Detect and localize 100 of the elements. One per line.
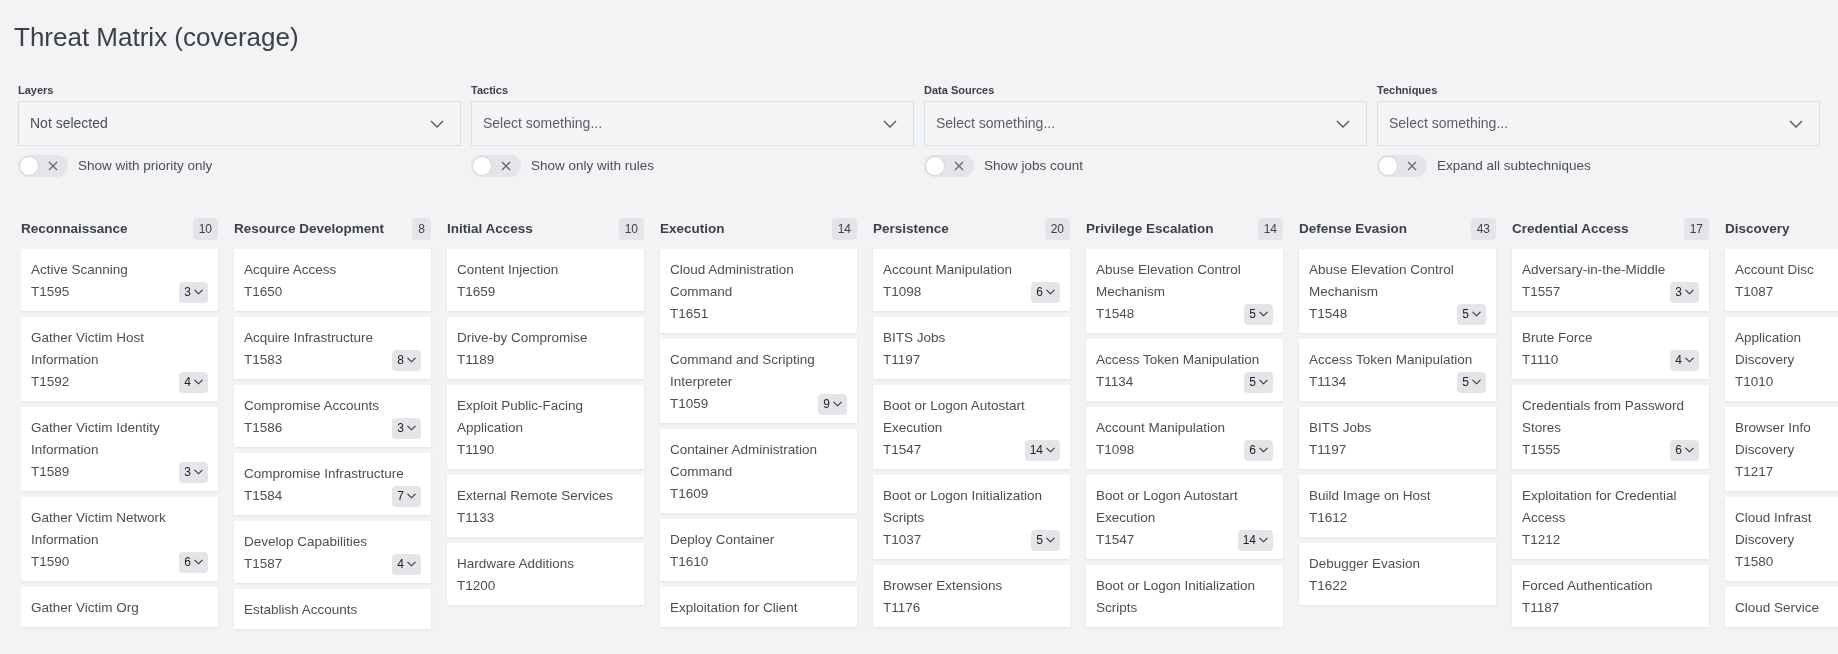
technique-name: Gather Victim Network Information <box>31 509 167 549</box>
technique-card[interactable]: BITS Jobs T1197 <box>873 317 1070 379</box>
technique-card[interactable]: Account Disc T1087 <box>1725 249 1838 311</box>
subtechnique-toggle[interactable]: 5 <box>1244 303 1273 325</box>
technique-id: T1557 <box>1522 283 1561 301</box>
technique-card[interactable]: Brute Force T1110 4 <box>1512 317 1709 379</box>
technique-card[interactable]: Deploy Container T1610 <box>660 519 857 581</box>
dropdown-select[interactable]: Select something... <box>1377 101 1820 146</box>
technique-card[interactable]: Gather Victim Identity Information T1589 3 <box>21 407 218 491</box>
technique-card[interactable]: Access Token Manipulation T1134 5 <box>1086 339 1283 401</box>
subtechnique-toggle[interactable]: 6 <box>179 551 208 573</box>
subtechnique-toggle[interactable]: 3 <box>392 417 421 439</box>
subtechnique-toggle[interactable]: 3 <box>179 281 208 303</box>
subtechnique-toggle[interactable]: 6 <box>1031 281 1060 303</box>
technique-card[interactable]: Hardware Additions T1200 <box>447 543 644 605</box>
subtechnique-toggle[interactable]: 4 <box>179 371 208 393</box>
technique-card[interactable]: Cloud Administration Command T1651 <box>660 249 857 333</box>
technique-card[interactable]: Application Discovery T1010 <box>1725 317 1838 401</box>
page-title: Threat Matrix (coverage) <box>14 21 299 54</box>
technique-card[interactable]: Establish Accounts <box>234 589 431 629</box>
toggle-switch[interactable] <box>18 155 68 177</box>
subtechnique-toggle[interactable]: 8 <box>392 349 421 371</box>
technique-card[interactable]: Drive-by Compromise T1189 <box>447 317 644 379</box>
technique-name: Boot or Logon Autostart Execution <box>883 397 1026 437</box>
technique-card[interactable]: Adversary-in-the-Middle T1557 3 <box>1512 249 1709 311</box>
technique-name: Account Disc <box>1735 261 1815 279</box>
subtechnique-toggle[interactable]: 5 <box>1244 371 1273 393</box>
technique-card[interactable]: Active Scanning T1595 3 <box>21 249 218 311</box>
subtechnique-toggle[interactable]: 5 <box>1457 303 1486 325</box>
subtechnique-toggle[interactable]: 6 <box>1670 439 1699 461</box>
technique-card[interactable]: Develop Capabilities T1587 4 <box>234 521 431 583</box>
technique-card[interactable]: Account Manipulation T1098 6 <box>873 249 1070 311</box>
technique-card[interactable]: Build Image on Host T1612 <box>1299 475 1496 537</box>
technique-card[interactable]: Exploitation for Credential Access T1212 <box>1512 475 1709 559</box>
technique-id: T1187 <box>1522 599 1560 617</box>
technique-name: Command and Scripting Interpreter <box>670 351 816 391</box>
technique-card[interactable]: Boot or Logon Initialization Scripts T1037 5 <box>873 475 1070 559</box>
chevron-down-icon <box>883 119 897 128</box>
technique-card[interactable]: Exploit Public-Facing Application T1190 <box>447 385 644 469</box>
subtechnique-toggle[interactable]: 3 <box>1670 281 1699 303</box>
technique-card[interactable]: Cloud Infrast Discovery T1580 <box>1725 497 1838 581</box>
subtechnique-toggle[interactable]: 6 <box>1244 439 1273 461</box>
technique-card[interactable]: Exploitation for Client <box>660 587 857 627</box>
technique-card[interactable]: Credentials from Password Stores T1555 6 <box>1512 385 1709 469</box>
technique-card[interactable]: Boot or Logon Initialization Scripts <box>1086 565 1283 627</box>
subtechnique-toggle[interactable]: 5 <box>1457 371 1486 393</box>
technique-card[interactable]: Forced Authentication T1187 <box>1512 565 1709 627</box>
technique-card[interactable]: Browser Extensions T1176 <box>873 565 1070 627</box>
toggle-switch[interactable] <box>471 155 521 177</box>
technique-card[interactable]: Boot or Logon Autostart Execution T1547 14 <box>873 385 1070 469</box>
technique-name: Cloud Service <box>1735 599 1821 617</box>
technique-card[interactable]: Abuse Elevation Control Mechanism T1548 5 <box>1086 249 1283 333</box>
technique-card[interactable]: Gather Victim Org <box>21 587 218 627</box>
technique-id: T1590 <box>31 553 70 571</box>
technique-card[interactable]: Acquire Access T1650 <box>234 249 431 311</box>
technique-card[interactable]: Account Manipulation T1098 6 <box>1086 407 1283 469</box>
chevron-down-icon <box>194 379 203 385</box>
technique-id: T1584 <box>244 487 283 505</box>
technique-name: Account Manipulation <box>883 261 1014 279</box>
technique-card[interactable]: Compromise Accounts T1586 3 <box>234 385 431 447</box>
technique-id: T1059 <box>670 395 709 413</box>
dropdown-select[interactable]: Not selected <box>18 101 461 146</box>
subtechnique-toggle[interactable]: 4 <box>1670 349 1699 371</box>
subtechnique-toggle[interactable]: 4 <box>392 553 421 575</box>
technique-card[interactable]: Compromise Infrastructure T1584 7 <box>234 453 431 515</box>
technique-name: Hardware Additions <box>457 555 576 573</box>
count-badge: 10 <box>192 218 218 240</box>
subtechnique-toggle[interactable]: 5 <box>1031 529 1060 551</box>
tactic-heading: Privilege Escalation <box>1086 219 1214 238</box>
technique-card[interactable]: BITS Jobs T1197 <box>1299 407 1496 469</box>
dropdown-select[interactable]: Select something... <box>924 101 1367 146</box>
technique-card[interactable]: Abuse Elevation Control Mechanism T1548 5 <box>1299 249 1496 333</box>
technique-card[interactable]: Gather Victim Host Information T1592 4 <box>21 317 218 401</box>
subtechnique-toggle[interactable]: 14 <box>1237 529 1273 551</box>
subtechnique-toggle[interactable]: 9 <box>818 393 847 415</box>
technique-card[interactable]: Browser Info Discovery T1217 <box>1725 407 1838 491</box>
technique-card[interactable]: Boot or Logon Autostart Execution T1547 14 <box>1086 475 1283 559</box>
dropdown-select[interactable]: Select something... <box>471 101 914 146</box>
technique-card[interactable]: Acquire Infrastructure T1583 8 <box>234 317 431 379</box>
technique-name: BITS Jobs <box>883 329 947 347</box>
toggle-label: Show jobs count <box>984 156 1084 175</box>
technique-id: T1659 <box>457 283 496 301</box>
technique-id: T1580 <box>1735 553 1774 571</box>
technique-card[interactable]: Content Injection T1659 <box>447 249 644 311</box>
technique-name: Debugger Evasion <box>1309 555 1422 573</box>
chevron-down-icon <box>194 559 203 565</box>
technique-card[interactable]: External Remote Services T1133 <box>447 475 644 537</box>
technique-id: T1622 <box>1309 577 1348 595</box>
technique-card[interactable]: Access Token Manipulation T1134 5 <box>1299 339 1496 401</box>
subtechnique-toggle[interactable]: 7 <box>392 485 421 507</box>
technique-card[interactable]: Gather Victim Network Information T1590 6 <box>21 497 218 581</box>
toggle-switch[interactable] <box>1377 155 1427 177</box>
technique-card[interactable]: Command and Scripting Interpreter T1059 9 <box>660 339 857 423</box>
count-badge: 14 <box>831 218 857 240</box>
subtechnique-toggle[interactable]: 3 <box>179 461 208 483</box>
toggle-switch[interactable] <box>924 155 974 177</box>
technique-card[interactable]: Container Administration Command T1609 <box>660 429 857 513</box>
technique-card[interactable]: Debugger Evasion T1622 <box>1299 543 1496 605</box>
technique-card[interactable]: Cloud Service <box>1725 587 1838 627</box>
subtechnique-toggle[interactable]: 14 <box>1024 439 1060 461</box>
